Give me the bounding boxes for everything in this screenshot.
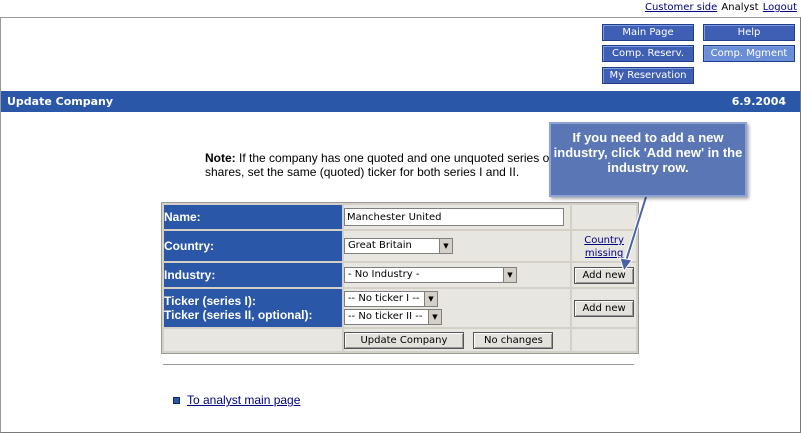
industry-label: Industry:	[164, 263, 342, 287]
comp-mgment-button[interactable]: Comp. Mgment	[703, 45, 795, 62]
country-label: Country:	[164, 231, 342, 261]
ticker-series-1-label: Ticker (series I):	[164, 294, 256, 308]
customer-side-link[interactable]: Customer side	[645, 2, 717, 13]
help-callout: If you need to add a new industry, click…	[549, 122, 747, 197]
chevron-down-icon: ▼	[438, 239, 452, 253]
update-company-button[interactable]: Update Company	[343, 331, 464, 349]
chevron-down-icon: ▼	[427, 310, 441, 324]
bullet-icon	[173, 397, 180, 405]
note-label: Note:	[205, 151, 236, 165]
no-changes-button[interactable]: No changes	[473, 331, 554, 349]
name-input[interactable]	[343, 208, 564, 226]
analyst-main-page-link[interactable]: To analyst main page	[187, 393, 300, 407]
ticker-label: Ticker (series I): Ticker (series II, op…	[164, 289, 342, 327]
note-body: If the company has one quoted and one un…	[205, 151, 553, 179]
page-date: 6.9.2004	[731, 95, 786, 108]
country-select-value: Great Britain	[347, 240, 412, 251]
chevron-down-icon: ▼	[423, 292, 437, 306]
my-reservation-button[interactable]: My Reservation	[602, 67, 694, 84]
divider	[163, 364, 634, 365]
chevron-down-icon: ▼	[502, 268, 516, 282]
analyst-label: Analyst	[721, 2, 759, 13]
country-missing-link[interactable]: Country missing	[584, 235, 624, 259]
ticker-1-select[interactable]: -- No ticker I -- ▼	[343, 291, 438, 307]
top-links: Customer side Analyst Logout	[645, 2, 797, 13]
page-title: Update Company	[7, 95, 114, 108]
name-label: Name:	[164, 205, 342, 229]
main-page-button[interactable]: Main Page	[602, 24, 694, 41]
analyst-main-page-row: To analyst main page	[173, 393, 300, 407]
title-bar: Update Company 6.9.2004	[1, 91, 800, 112]
ticker-2-select[interactable]: -- No ticker II -- ▼	[343, 309, 442, 325]
ticker-1-select-value: -- No ticker I --	[347, 293, 420, 304]
help-button[interactable]: Help	[703, 24, 795, 41]
ticker-series-2-label: Ticker (series II, optional):	[164, 308, 313, 322]
industry-select-value: - No Industry -	[347, 269, 420, 280]
logout-link[interactable]: Logout	[763, 2, 797, 13]
industry-select[interactable]: - No Industry - ▼	[343, 267, 517, 283]
add-ticker-button[interactable]: Add new	[574, 299, 635, 317]
add-industry-button[interactable]: Add new	[574, 266, 635, 284]
update-company-form: Name: Country: Great Britain ▼ Country m…	[161, 202, 639, 354]
country-select[interactable]: Great Britain ▼	[343, 238, 453, 254]
ticker-2-select-value: -- No ticker II --	[347, 311, 423, 322]
note-text: Note: If the company has one quoted and …	[205, 151, 585, 179]
comp-reserv-button[interactable]: Comp. Reserv.	[602, 45, 694, 62]
